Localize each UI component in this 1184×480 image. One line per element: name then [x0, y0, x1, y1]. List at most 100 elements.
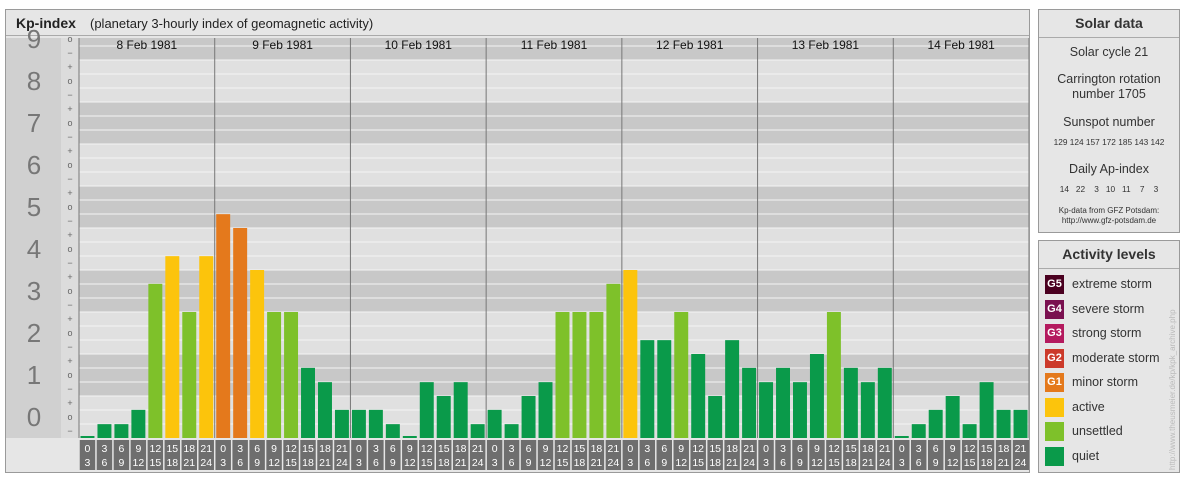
interval-start-label: 21 [200, 443, 212, 455]
interval-end-label: 21 [319, 457, 331, 469]
y-subtick-label: + [67, 356, 72, 366]
interval-end-label: 12 [675, 457, 687, 469]
interval-end-label: 12 [540, 457, 552, 469]
y-subtick-label: − [67, 132, 72, 142]
kp-bar [894, 436, 909, 438]
interval-end-label: 18 [981, 457, 993, 469]
interval-end-label: 21 [591, 457, 603, 469]
kp-bar [521, 396, 536, 438]
y-tick-label: 9 [27, 24, 41, 54]
kp-bar [979, 382, 994, 438]
interval-end-label: 15 [964, 457, 976, 469]
y-subtick-label: + [67, 104, 72, 114]
interval-end-label: 18 [438, 457, 450, 469]
interval-start-label: 3 [644, 443, 650, 455]
interval-start-label: 9 [950, 443, 956, 455]
interval-end-label: 9 [526, 457, 532, 469]
data-source-link[interactable]: http://www.gfz-potsdam.de [1039, 216, 1179, 226]
interval-start-label: 15 [438, 443, 450, 455]
kp-bar [606, 283, 621, 438]
kp-bar [284, 312, 299, 438]
interval-end-label: 24 [743, 457, 755, 469]
y-subtick-label: o [67, 118, 72, 128]
y-subtick-label: o [67, 412, 72, 422]
interval-end-label: 15 [828, 457, 840, 469]
interval-start-label: 15 [709, 443, 721, 455]
kp-bar [843, 367, 858, 438]
level-band [79, 60, 1029, 102]
interval-start-label: 15 [981, 443, 993, 455]
interval-start-label: 0 [763, 443, 769, 455]
interval-end-label: 21 [455, 457, 467, 469]
kp-bar [402, 436, 417, 438]
interval-end-label: 18 [709, 457, 721, 469]
kp-bar [555, 312, 570, 438]
y-subtick-label: + [67, 188, 72, 198]
interval-start-label: 3 [509, 443, 515, 455]
y-tick-label: 5 [27, 192, 41, 222]
interval-start-label: 0 [899, 443, 905, 455]
interval-end-label: 3 [627, 457, 633, 469]
ap-index-label: Daily Ap-index [1069, 162, 1149, 176]
y-subtick-label: − [67, 90, 72, 100]
kp-bar [233, 228, 248, 438]
interval-start-label: 15 [302, 443, 314, 455]
interval-start-label: 12 [692, 443, 704, 455]
y-tick-label: 3 [27, 276, 41, 306]
interval-end-label: 24 [608, 457, 620, 469]
kp-bar [809, 354, 824, 438]
y-subtick-label: o [67, 34, 72, 44]
y-tick-label: 2 [27, 318, 41, 348]
kp-bar [657, 340, 672, 438]
interval-start-label: 6 [254, 443, 260, 455]
interval-start-label: 3 [373, 443, 379, 455]
interval-end-label: 9 [254, 457, 260, 469]
interval-start-label: 12 [964, 443, 976, 455]
day-label: 9 Feb 1981 [252, 38, 313, 52]
interval-end-label: 9 [118, 457, 124, 469]
legend-label: extreme storm [1072, 277, 1152, 291]
kp-bar [267, 312, 282, 438]
kp-bar [470, 424, 485, 438]
y-subtick-label: o [67, 202, 72, 212]
data-source-line1: Kp-data from GFZ Potsdam: [1058, 206, 1160, 215]
interval-start-label: 6 [661, 443, 667, 455]
day-label: 12 Feb 1981 [656, 38, 724, 52]
interval-end-label: 3 [220, 457, 226, 469]
ap-index-values: 14 22 3 10 11 7 3 [1059, 184, 1159, 194]
interval-end-label: 9 [933, 457, 939, 469]
interval-start-label: 6 [118, 443, 124, 455]
interval-start-label: 3 [780, 443, 786, 455]
y-subtick-label: − [67, 216, 72, 226]
interval-end-label: 24 [1015, 457, 1027, 469]
interval-end-label: 12 [947, 457, 959, 469]
y-subtick-label: + [67, 230, 72, 240]
kp-bar [708, 396, 723, 438]
kp-bar [877, 367, 892, 438]
interval-end-label: 3 [85, 457, 91, 469]
interval-start-label: 12 [828, 443, 840, 455]
interval-start-label: 3 [916, 443, 922, 455]
interval-end-label: 6 [102, 457, 108, 469]
carrington-rotation-number: number 1705 [1072, 87, 1146, 101]
interval-start-label: 18 [455, 443, 467, 455]
kp-bar [793, 382, 807, 438]
y-subtick-label: o [67, 76, 72, 86]
kp-bar [114, 424, 129, 438]
y-subtick-label: − [67, 258, 72, 268]
interval-end-label: 3 [899, 457, 905, 469]
legend-swatch: G3 [1045, 324, 1064, 343]
kp-bar [453, 382, 468, 438]
day-label: 13 Feb 1981 [792, 38, 860, 52]
kp-bar-chart: 8 Feb 1981 9 Feb 1981 10 Feb 1981 11 Feb 19… [6, 24, 1029, 470]
interval-start-label: 21 [472, 443, 484, 455]
legend-swatch: G2 [1045, 348, 1064, 368]
day-label: 14 Feb 1981 [927, 38, 995, 52]
activity-levels-title: Activity levels [1039, 241, 1179, 269]
interval-start-label: 9 [678, 443, 684, 455]
kp-bar [385, 424, 400, 438]
interval-end-label: 12 [811, 457, 823, 469]
kp-bar [1013, 409, 1028, 438]
y-subtick-label: o [67, 244, 72, 254]
interval-end-label: 3 [356, 457, 362, 469]
